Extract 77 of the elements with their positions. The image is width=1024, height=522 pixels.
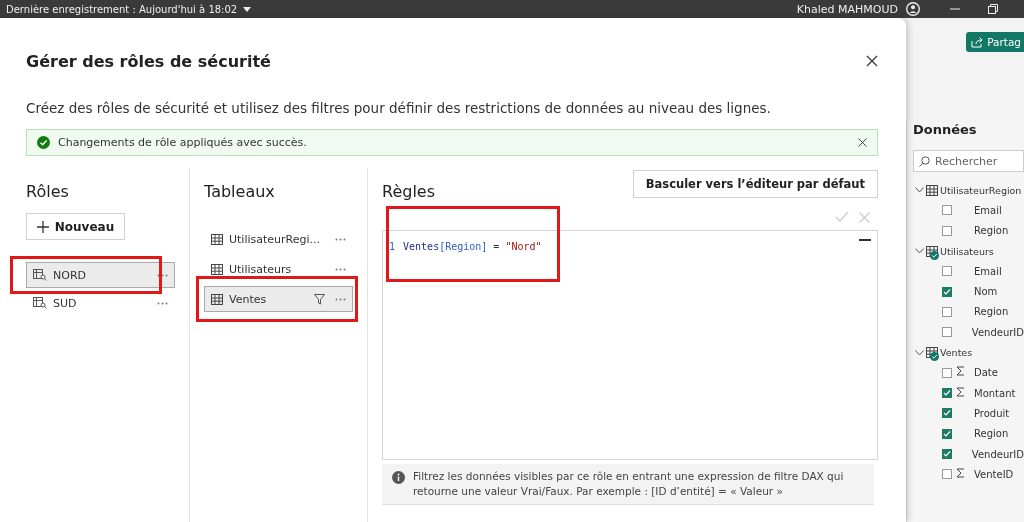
role-item[interactable]: SUD (26, 290, 175, 316)
caret-icon (243, 6, 252, 12)
checkbox[interactable] (942, 408, 952, 419)
info-icon (392, 471, 405, 484)
field-item[interactable]: VenteID (913, 464, 1024, 485)
close-icon[interactable] (866, 55, 878, 67)
sigma-icon (956, 386, 965, 397)
avatar-icon[interactable] (906, 2, 920, 16)
table-icon (211, 293, 223, 305)
field-item[interactable]: Nom (913, 281, 1024, 302)
checkbox[interactable] (942, 266, 952, 277)
new-role-button[interactable]: Nouveau (26, 213, 125, 240)
table-icon (926, 347, 938, 358)
tree-table[interactable]: Ventes (913, 342, 1024, 363)
checkbox[interactable] (942, 367, 952, 378)
plus-icon (36, 220, 49, 233)
field-item[interactable]: Region (913, 220, 1024, 241)
code-editor[interactable]: 1 Ventes[Region] = "Nord" (382, 230, 878, 460)
checkbox[interactable] (942, 205, 952, 216)
share-button[interactable]: Partag (966, 32, 1024, 52)
checkbox[interactable] (942, 388, 952, 399)
table-icon (211, 263, 223, 275)
field-item[interactable]: Montant (913, 382, 1024, 404)
table-item[interactable]: UtilisateurRegi... (204, 226, 353, 252)
field-item[interactable]: Region (913, 423, 1024, 444)
more-icon[interactable] (157, 273, 168, 277)
scrollbar-marker (859, 239, 871, 241)
checkbox[interactable] (942, 449, 952, 459)
table-icon (211, 233, 223, 245)
field-item[interactable]: Region (913, 301, 1024, 323)
field-item[interactable]: Produit (913, 403, 1024, 424)
table-icon (926, 184, 938, 196)
more-icon[interactable] (335, 237, 346, 241)
field-item[interactable]: VendeurID (913, 443, 1024, 465)
hint-text: Filtrez les données visibles par ce rôle en entrant une expression de filtre DAX qui retourne une valeur Vrai/Faux. Par exemple : [ID d’entité] = « Valeur » (413, 469, 845, 500)
checkbox[interactable] (942, 469, 952, 480)
more-icon[interactable] (157, 301, 168, 305)
tables-heading: Tableaux (204, 182, 276, 203)
share-icon (971, 36, 984, 48)
tree-table[interactable]: Utilisateurs (913, 240, 1024, 262)
more-icon[interactable] (335, 267, 346, 271)
checkbox[interactable] (942, 225, 952, 236)
check-icon[interactable] (835, 211, 849, 223)
banner-text: Changements de rôle appliqués avec succès. (58, 136, 307, 149)
checkbox[interactable] (942, 286, 952, 297)
table-item[interactable]: Ventes (204, 286, 353, 312)
close-icon[interactable] (858, 138, 867, 147)
tree-table[interactable]: UtilisateurRegion (913, 180, 1024, 201)
more-icon[interactable] (335, 297, 346, 301)
dialog-title: Gérer des rôles de sécurité (26, 51, 271, 71)
save-status: Dernière enregistrement : Aujourd'hui à 18:02 (6, 3, 252, 15)
user-name: Khaled MAHMOUD (796, 2, 898, 16)
switch-editor-button[interactable]: Basculer vers l’éditeur par défaut (632, 170, 878, 198)
search-icon (919, 155, 930, 167)
code-line: Ventes[Region] = "Nord" (403, 241, 542, 252)
roles-heading: Rôles (26, 182, 70, 203)
field-item[interactable]: Email (913, 261, 1024, 282)
restore-icon[interactable] (988, 4, 998, 14)
role-icon (33, 269, 47, 281)
field-item[interactable]: Date (913, 362, 1024, 383)
rules-heading: Règles (382, 182, 436, 203)
dialog-description: Créez des rôles de sécurité et utilisez des filtres pour définir des restrictions de données au niveau des lignes. (26, 100, 772, 116)
table-icon (926, 245, 938, 257)
sigma-icon (956, 366, 965, 377)
sigma-icon (956, 467, 965, 478)
checkbox[interactable] (942, 327, 952, 338)
table-item[interactable]: Utilisateurs (204, 256, 353, 282)
role-item[interactable]: NORD (26, 262, 175, 288)
pane-title: Données (913, 122, 978, 139)
field-item[interactable]: Email (913, 200, 1024, 221)
role-icon (33, 297, 47, 309)
field-item[interactable]: VendeurID (913, 322, 1024, 343)
search-field[interactable]: Rechercher (913, 150, 1024, 172)
checkbox[interactable] (942, 428, 952, 439)
line-number: 1 (389, 241, 396, 252)
success-icon (37, 136, 50, 149)
checkbox[interactable] (942, 306, 952, 317)
